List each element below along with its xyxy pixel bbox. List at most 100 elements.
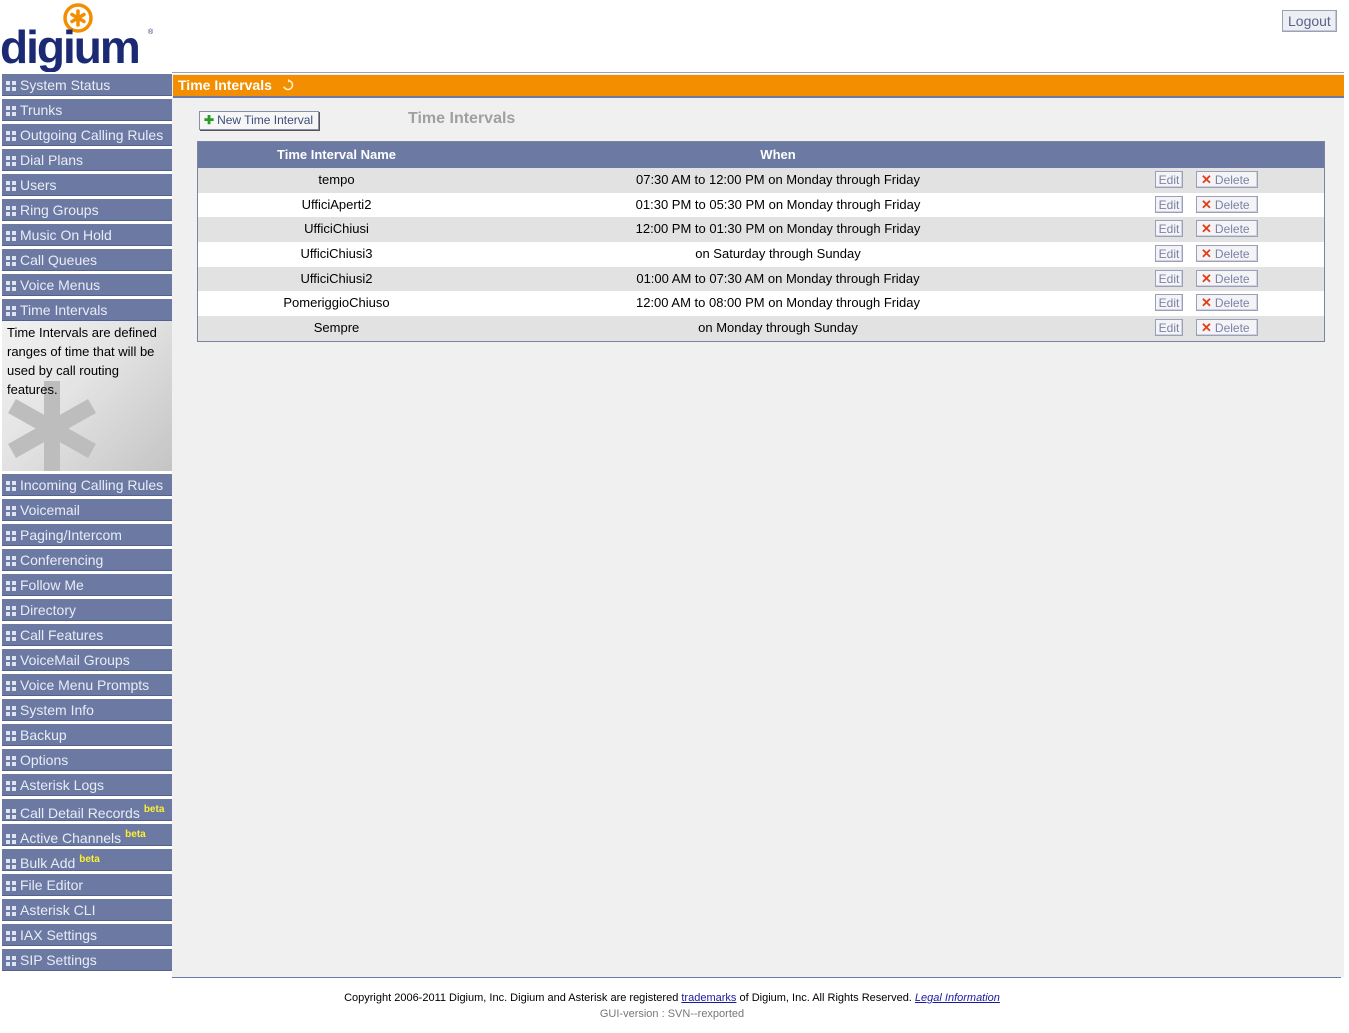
edit-button[interactable]: Edit xyxy=(1155,195,1183,213)
sidebar-item-label: Asterisk CLI xyxy=(20,902,96,918)
sidebar-item-label: Directory xyxy=(20,602,77,618)
sidebar-item-voice-menu-prompts[interactable]: Voice Menu Prompts xyxy=(2,674,172,696)
refresh-icon[interactable] xyxy=(282,79,294,91)
delete-button[interactable]: ✕ Delete xyxy=(1196,319,1258,337)
sidebar-item-label: Follow Me xyxy=(20,577,84,593)
sidebar-item-label: VoiceMail Groups xyxy=(20,652,130,668)
edit-button[interactable]: Edit xyxy=(1155,319,1183,337)
interval-name: Sempre xyxy=(313,320,360,336)
sidebar-item-label: File Editor xyxy=(20,877,84,893)
sidebar-item-incoming-calling-rules[interactable]: Incoming Calling Rules xyxy=(2,474,172,496)
interval-name: UfficiChiusi3 xyxy=(300,246,373,262)
sidebar-item-music-on-hold[interactable]: Music On Hold xyxy=(2,224,172,246)
sidebar-item-label: Outgoing Calling Rules xyxy=(20,127,164,143)
logout-button[interactable]: Logout xyxy=(1282,10,1337,32)
sidebar-item-sip-settings[interactable]: SIP Settings xyxy=(2,949,172,971)
sidebar-item-iax-settings[interactable]: IAX Settings xyxy=(2,924,172,946)
copyright-notice: Copyright 2006-2011 Digium, Inc. Digium … xyxy=(344,992,1000,1004)
sidebar-item-label: Trunks xyxy=(20,102,63,118)
sidebar-item-asterisk-logs[interactable]: Asterisk Logs xyxy=(2,774,172,796)
sidebar-item-label: Voice Menus xyxy=(20,277,101,293)
sidebar-item-asterisk-cli[interactable]: Asterisk CLI xyxy=(2,899,172,921)
delete-button[interactable]: ✕ Delete xyxy=(1196,171,1258,188)
sidebar-item-active-channels[interactable]: Active Channels beta xyxy=(2,824,172,846)
grid-icon xyxy=(6,931,16,941)
sidebar-description-panel: Time Intervals are defined ranges of tim… xyxy=(2,321,172,471)
grid-icon xyxy=(6,81,16,91)
grid-icon xyxy=(6,256,16,266)
sidebar-item-file-editor[interactable]: File Editor xyxy=(2,874,172,896)
table-row: tempo 07:30 AM to 12:00 PM on Monday thro… xyxy=(198,168,1324,193)
sidebar-item-paging-intercom[interactable]: Paging/Intercom xyxy=(2,524,172,546)
table-row: UfficiAperti2 01:30 PM to 05:30 PM on Mon… xyxy=(198,192,1324,218)
sidebar-item-conferencing[interactable]: Conferencing xyxy=(2,549,172,571)
trademarks-link[interactable]: trademarks xyxy=(681,992,736,1004)
sidebar-item-call-queues[interactable]: Call Queues xyxy=(2,249,172,271)
grid-icon xyxy=(6,281,16,291)
sidebar-item-label: System Status xyxy=(20,77,111,93)
new-time-interval-button[interactable]: ✚ New Time Interval xyxy=(199,111,320,130)
grid-icon xyxy=(6,631,16,641)
grid-icon xyxy=(6,859,16,869)
delete-button[interactable]: ✕ Delete xyxy=(1196,294,1258,312)
grid-icon xyxy=(6,731,16,741)
sidebar-item-label: Asterisk Logs xyxy=(20,777,105,793)
sidebar-item-voicemail[interactable]: Voicemail xyxy=(2,499,172,521)
table-body: tempo 07:30 AM to 12:00 PM on Monday thro… xyxy=(198,168,1324,341)
sidebar-item-time-intervals[interactable]: Time Intervals xyxy=(2,299,172,321)
grid-icon xyxy=(6,656,16,666)
legal-information-link[interactable]: Legal Information xyxy=(915,992,1000,1004)
sidebar-item-trunks[interactable]: Trunks xyxy=(2,99,172,121)
sidebar-item-call-detail-records[interactable]: Call Detail Records beta xyxy=(2,799,172,821)
digium-logo: digium ® xyxy=(0,0,160,73)
edit-button[interactable]: Edit xyxy=(1155,294,1183,312)
beta-badge: beta xyxy=(79,854,100,865)
digium-asterisk-icon: digium ® xyxy=(0,3,154,73)
sidebar-item-users[interactable]: Users xyxy=(2,174,172,196)
interval-name: UfficiAperti2 xyxy=(301,196,372,212)
interval-when: 01:30 PM to 05:30 PM on Monday through F… xyxy=(635,196,921,212)
edit-button[interactable]: Edit xyxy=(1155,269,1183,287)
interval-when: on Saturday through Sunday xyxy=(695,246,861,262)
sidebar-nav: System Status Trunks Outgoing Calling Rule… xyxy=(2,74,172,974)
delete-button[interactable]: ✕ Delete xyxy=(1196,269,1258,287)
sidebar-item-system-info[interactable]: System Info xyxy=(2,699,172,721)
sidebar-item-system-status[interactable]: System Status xyxy=(2,74,172,96)
sidebar-item-label: System Info xyxy=(20,702,94,718)
sidebar-item-outgoing-calling-rules[interactable]: Outgoing Calling Rules xyxy=(2,124,172,146)
sidebar-item-dial-plans[interactable]: Dial Plans xyxy=(2,149,172,171)
delete-x-icon: ✕ xyxy=(1201,320,1212,336)
sidebar-description-text: Time Intervals are defined ranges of tim… xyxy=(7,325,157,397)
sidebar-item-bulk-add[interactable]: Bulk Add beta xyxy=(2,849,172,871)
edit-button[interactable]: Edit xyxy=(1155,171,1183,188)
delete-button[interactable]: ✕ Delete xyxy=(1196,245,1258,263)
delete-button[interactable]: ✕ Delete xyxy=(1196,220,1258,238)
sidebar-item-ring-groups[interactable]: Ring Groups xyxy=(2,199,172,221)
grid-icon xyxy=(6,606,16,616)
grid-icon xyxy=(6,131,16,141)
sidebar-item-options[interactable]: Options xyxy=(2,749,172,771)
table-row: Sempre on Monday through Sunday Edit ✕ Delet… xyxy=(198,316,1324,341)
sidebar-item-label: Bulk Add xyxy=(20,855,76,871)
sidebar-item-call-features[interactable]: Call Features xyxy=(2,624,172,646)
beta-badge: beta xyxy=(143,804,165,815)
grid-icon xyxy=(6,781,16,791)
sidebar-item-label: Voice Menu Prompts xyxy=(20,677,150,693)
sidebar-item-directory[interactable]: Directory xyxy=(2,599,172,621)
edit-button[interactable]: Edit xyxy=(1155,245,1183,263)
grid-icon xyxy=(6,756,16,766)
sidebar-item-label: Active Channels xyxy=(20,830,122,846)
grid-icon xyxy=(6,834,16,844)
sidebar-item-label: Call Detail Records xyxy=(20,805,140,821)
sidebar-item-voice-menus[interactable]: Voice Menus xyxy=(2,274,172,296)
grid-icon xyxy=(6,706,16,716)
grid-icon xyxy=(6,206,16,216)
edit-button[interactable]: Edit xyxy=(1155,220,1183,238)
footer-divider xyxy=(172,977,1341,978)
sidebar-item-voicemail-groups[interactable]: VoiceMail Groups xyxy=(2,649,172,671)
sidebar-item-follow-me[interactable]: Follow Me xyxy=(2,574,172,596)
grid-icon xyxy=(6,506,16,516)
delete-button[interactable]: ✕ Delete xyxy=(1196,195,1258,213)
interval-when: 12:00 AM to 08:00 PM on Monday through F… xyxy=(635,295,920,311)
sidebar-item-backup[interactable]: Backup xyxy=(2,724,172,746)
